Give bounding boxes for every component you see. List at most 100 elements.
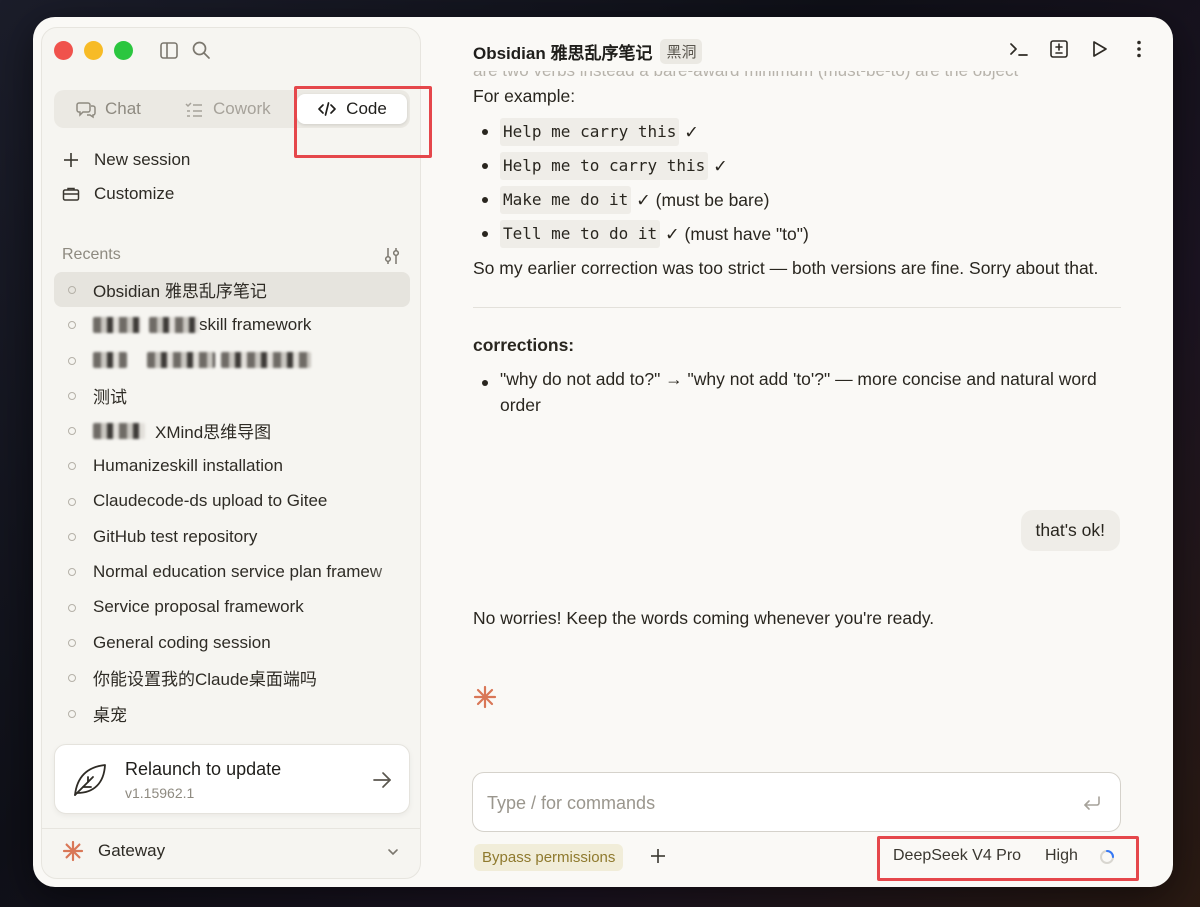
assistant-reply: No worries! Keep the words coming whenev… xyxy=(473,608,935,628)
terminal-icon[interactable] xyxy=(1009,39,1029,59)
recent-item[interactable]: skill framework xyxy=(54,307,410,342)
recent-item[interactable]: XMind思维导图 xyxy=(54,413,410,448)
redacted-text xyxy=(147,352,215,369)
list-item: Help me carry this ✓ xyxy=(473,115,1121,149)
permissions-mode-button[interactable]: Bypass permissions xyxy=(474,844,624,871)
recent-item-label: General coding session xyxy=(93,632,271,652)
status-dot xyxy=(68,709,76,718)
status-dot xyxy=(68,321,76,330)
customize-button[interactable]: Customize xyxy=(62,184,174,204)
recent-item-label: XMind思维导图 xyxy=(155,423,272,443)
recent-item-label: 测试 xyxy=(93,388,127,408)
status-dot xyxy=(68,638,76,647)
minimize-window-button[interactable] xyxy=(84,41,103,60)
new-session-label: New session xyxy=(94,150,191,169)
recent-item[interactable]: Obsidian 雅思乱序笔记 xyxy=(54,272,410,308)
relaunch-update-card[interactable]: Relaunch to update v1.15962.1 xyxy=(54,744,410,814)
leaf-icon xyxy=(74,764,106,796)
recent-item-label: 你能设置我的Claude桌面端吗 xyxy=(93,670,317,690)
gateway-selector[interactable]: Gateway xyxy=(62,840,165,862)
search-icon[interactable] xyxy=(191,40,211,60)
recent-item[interactable] xyxy=(54,343,410,378)
customize-label: Customize xyxy=(94,184,175,203)
chevron-down-icon[interactable] xyxy=(386,845,400,859)
recent-item[interactable]: 测试 xyxy=(54,378,410,413)
example-note: ✓ xyxy=(713,156,728,176)
app-window: Chat Cowork Code New session Customize R… xyxy=(33,17,1173,887)
redacted-text xyxy=(93,316,141,333)
message-input[interactable] xyxy=(487,789,1047,817)
status-dot xyxy=(68,568,76,577)
conversation-header: Obsidian 雅思乱序笔记 黑洞 xyxy=(473,39,703,64)
corrections-list: "why do not add to?" → "why not add 'to'… xyxy=(473,366,1121,418)
list-item: Help me to carry this ✓ xyxy=(473,149,1121,183)
corrections-header: corrections: xyxy=(473,335,575,355)
status-dot xyxy=(68,391,76,400)
recent-item-label: Service proposal framework xyxy=(93,597,304,617)
briefcase-icon xyxy=(62,187,80,201)
sidebar-toggle-icon[interactable] xyxy=(160,42,178,59)
close-window-button[interactable] xyxy=(54,41,73,60)
recent-item[interactable]: GitHub test repository xyxy=(54,519,410,554)
project-badge[interactable]: 黑洞 xyxy=(660,39,703,64)
status-dot xyxy=(68,462,76,471)
status-dot xyxy=(68,356,76,365)
gateway-label: Gateway xyxy=(98,841,166,860)
redacted-text xyxy=(93,422,145,439)
redacted-text xyxy=(93,352,127,369)
recent-item[interactable]: Humanizeskill installation xyxy=(54,448,410,483)
annotation-highlight-model xyxy=(877,836,1139,881)
recent-item-label: skill framework xyxy=(199,314,312,334)
list-item: "why do not add to?" → "why not add 'to'… xyxy=(473,366,1121,418)
filter-sliders-icon[interactable] xyxy=(382,246,402,266)
code-snippet: Help me carry this xyxy=(500,118,680,146)
new-session-button[interactable]: New session xyxy=(62,150,190,170)
recent-item-label: Claudecode-ds upload to Gitee xyxy=(93,491,328,511)
status-dot xyxy=(68,286,76,294)
diff-icon[interactable] xyxy=(1049,39,1069,59)
tab-cowork[interactable]: Cowork xyxy=(184,94,271,124)
checklist-icon xyxy=(185,102,202,117)
recent-item[interactable]: Service proposal framework xyxy=(54,590,410,625)
code-snippet: Make me do it xyxy=(500,186,632,214)
example-note: ✓ xyxy=(684,122,699,142)
more-vertical-icon[interactable] xyxy=(1129,39,1149,59)
assistant-message: For example: Help me carry this ✓ Help m… xyxy=(473,75,1121,418)
tab-chat-label: Chat xyxy=(105,99,141,118)
status-dot xyxy=(68,427,76,436)
recent-item-label: Humanizeskill installation xyxy=(93,456,283,476)
example-note: ✓ (must be bare) xyxy=(636,190,770,210)
chat-bubbles-icon xyxy=(76,102,96,119)
user-message: that's ok! xyxy=(1020,510,1120,551)
update-version: v1.15962.1 xyxy=(125,785,195,801)
recent-item[interactable]: 你能设置我的Claude桌面端吗 xyxy=(54,660,410,695)
claude-spark-icon xyxy=(62,840,84,862)
update-title: Relaunch to update xyxy=(125,759,282,779)
claude-spark-icon xyxy=(473,685,497,709)
redacted-text xyxy=(149,316,199,333)
recent-item[interactable]: 桌宠 xyxy=(54,696,410,731)
arrow-right-icon xyxy=(373,772,391,788)
tab-chat[interactable]: Chat xyxy=(76,94,141,124)
add-attachment-icon[interactable] xyxy=(649,847,667,865)
header-toolbar xyxy=(1009,39,1149,59)
divider xyxy=(473,307,1121,308)
example-note: ✓ (must have "to") xyxy=(665,224,809,244)
sidebar: Chat Cowork Code New session Customize R… xyxy=(41,27,432,879)
enter-icon[interactable] xyxy=(1082,793,1102,813)
recent-item[interactable]: Claudecode-ds upload to Gitee xyxy=(54,484,410,519)
recents-header: Recents xyxy=(62,246,121,263)
play-icon[interactable] xyxy=(1089,39,1109,59)
status-dot xyxy=(68,497,76,506)
tab-cowork-label: Cowork xyxy=(213,99,271,118)
recent-item[interactable]: General coding session xyxy=(54,625,410,660)
window-controls xyxy=(54,41,133,60)
correction-text: "why do not add to?" → "why not add 'to'… xyxy=(500,369,1097,415)
example-intro: For example: xyxy=(473,86,576,106)
recent-item-label: 桌宠 xyxy=(93,705,127,725)
redacted-text xyxy=(221,352,311,369)
zoom-window-button[interactable] xyxy=(114,41,133,60)
recent-item[interactable]: Normal education service plan framew xyxy=(54,554,410,590)
status-dot xyxy=(68,533,76,542)
list-item: Make me do it ✓ (must be bare) xyxy=(473,183,1121,217)
